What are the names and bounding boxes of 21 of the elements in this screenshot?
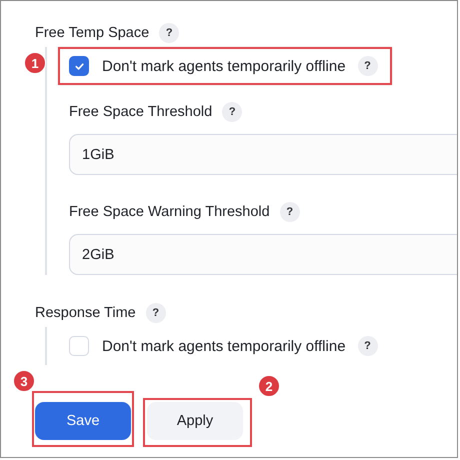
help-icon[interactable]: ? xyxy=(280,202,300,222)
input-field[interactable]: 2GiB xyxy=(69,234,457,275)
apply-button[interactable]: Apply xyxy=(147,402,243,440)
checkbox-label[interactable]: Don't mark agents temporarily offline xyxy=(102,338,346,354)
input-field[interactable]: 1GiB xyxy=(69,134,457,175)
checkbox[interactable] xyxy=(69,56,89,76)
help-icon[interactable]: ? xyxy=(146,303,166,323)
save-button[interactable]: Save xyxy=(35,402,131,440)
help-icon[interactable]: ? xyxy=(358,336,378,356)
field-label: Free Space Threshold xyxy=(69,104,212,120)
help-icon[interactable]: ? xyxy=(159,23,180,43)
checkbox-label[interactable]: Don't mark agents temporarily offline xyxy=(102,58,346,74)
step-badge: 3 xyxy=(13,370,35,392)
help-icon[interactable]: ? xyxy=(358,56,378,76)
section-title: Free Temp Space xyxy=(35,25,150,41)
field-label: Free Space Warning Threshold xyxy=(69,204,270,220)
checkmark-icon xyxy=(74,60,84,72)
step-badge: 1 xyxy=(24,52,46,74)
help-icon[interactable]: ? xyxy=(222,102,242,122)
step-badge: 2 xyxy=(258,375,280,397)
section-title: Response Time xyxy=(35,305,136,321)
